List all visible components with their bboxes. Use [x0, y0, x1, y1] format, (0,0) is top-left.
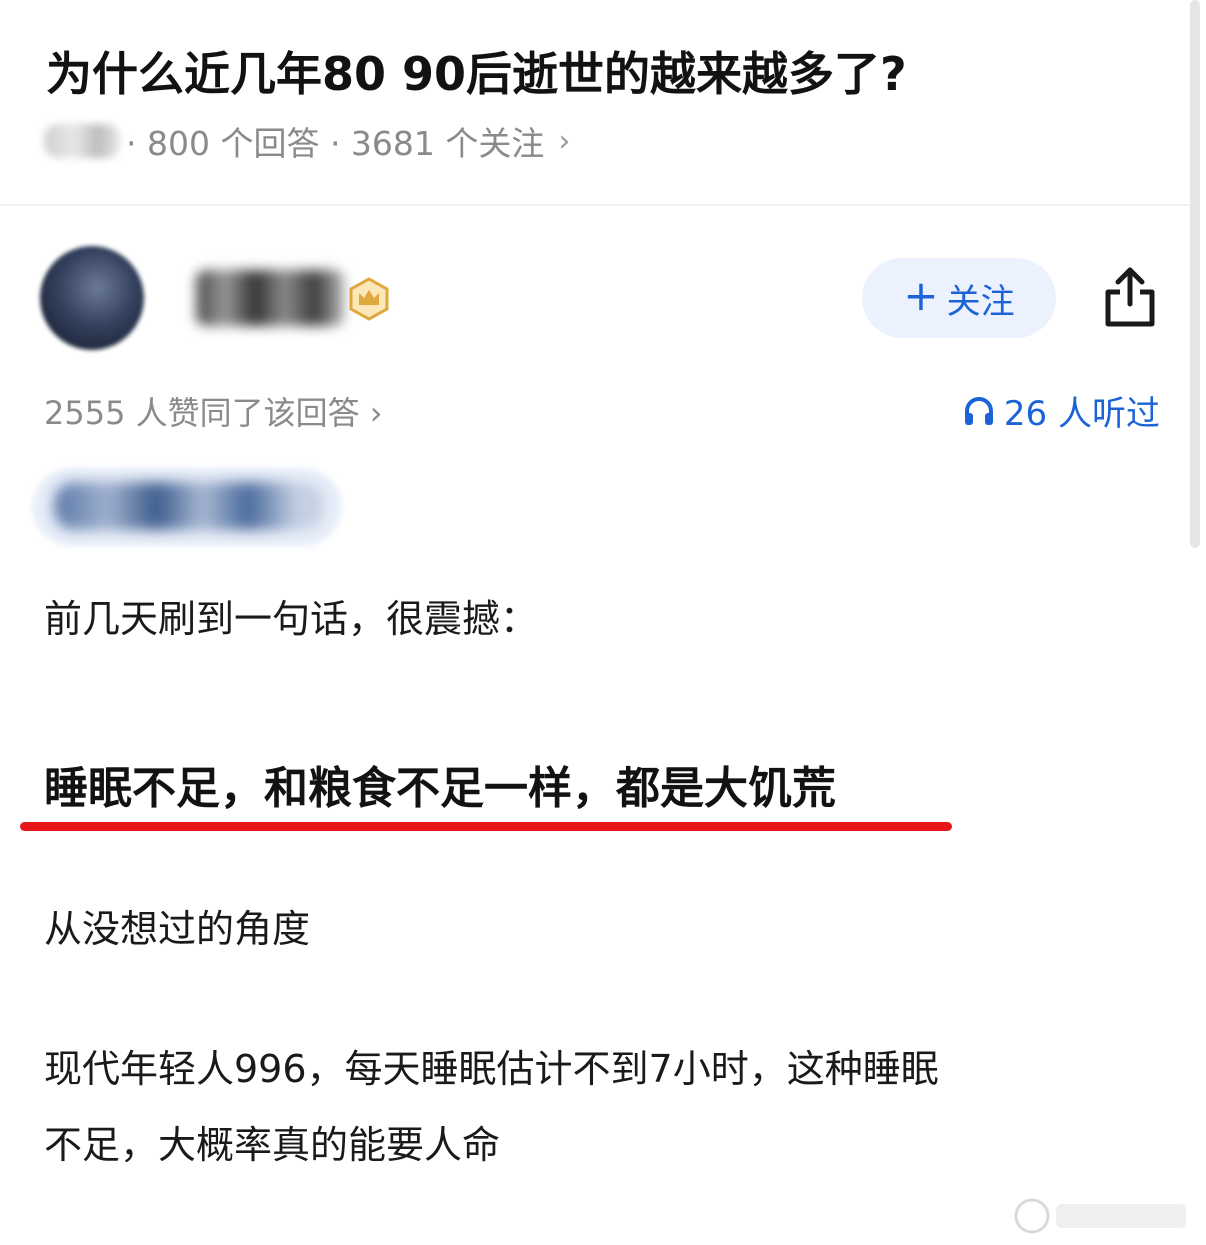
question-title[interactable]: 为什么近几年80 90后逝世的越来越多了?: [46, 38, 907, 104]
headphone-icon: [964, 396, 993, 425]
crown-badge-icon: [349, 277, 389, 321]
author-row: + 关注: [0, 240, 1190, 360]
share-icon[interactable]: [1100, 264, 1160, 330]
question-stats: · 800 个回答 · 3681 个关注: [126, 124, 545, 163]
plus-icon: +: [903, 271, 939, 320]
red-underline-annotation: [20, 822, 952, 831]
blurred-answer-tag: [32, 468, 342, 546]
blurred-topic-tag: [44, 124, 120, 158]
answer-paragraph-2: 从没想过的角度: [44, 907, 311, 951]
answer-paragraph-1: 前几天刷到一句话，很震撼：: [44, 597, 539, 641]
watermark-logo: [1014, 1198, 1186, 1234]
answer-highlight-quote: 睡眠不足，和粮食不足一样，都是大饥荒: [44, 763, 836, 814]
follow-button[interactable]: + 关注: [862, 258, 1056, 338]
follow-label: 关注: [946, 281, 1015, 322]
listen-count[interactable]: 26 人听过: [962, 386, 1160, 435]
answer-stats-row: 2555 人赞同了该回答 › 26 人听过: [0, 382, 1190, 438]
chevron-right-icon: ›: [558, 123, 571, 159]
question-header: 为什么近几年80 90后逝世的越来越多了? · 800 个回答 · 3681 个…: [0, 0, 1190, 206]
author-name-blurred[interactable]: [196, 270, 344, 326]
answer-paragraph-3-line-1: 现代年轻人996，每天睡眠估计不到7小时，这种睡眠: [44, 1047, 939, 1091]
upvote-count[interactable]: 2555 人赞同了该回答 ›: [44, 388, 383, 434]
answer-paragraph-3-line-2: 不足，大概率真的能要人命: [44, 1123, 501, 1167]
avatar[interactable]: [40, 246, 144, 350]
question-meta[interactable]: · 800 个回答 · 3681 个关注 ›: [44, 118, 570, 164]
listen-count-label: 26 人听过: [1003, 394, 1160, 434]
scrollbar[interactable]: [1190, 0, 1200, 548]
